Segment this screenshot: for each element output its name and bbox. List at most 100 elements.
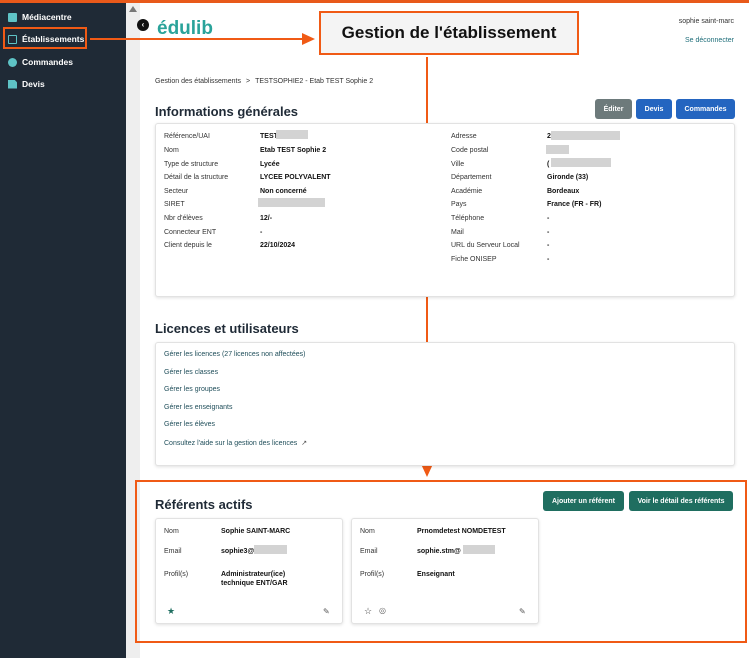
sidebar: Médiacentre Établissements Commandes Dev…: [0, 3, 126, 658]
sidebar-item-label: Devis: [22, 79, 45, 89]
field-value: Non concerné: [260, 188, 307, 195]
breadcrumb-root[interactable]: Gestion des établissements: [155, 78, 241, 85]
field-value: -: [547, 242, 550, 249]
field-value: 22/10/2024: [260, 242, 296, 249]
referent-name: Sophie SAINT-MARC: [221, 528, 291, 535]
redacted-block: [258, 198, 325, 207]
arrow-head-right-icon: [302, 33, 315, 45]
back-button[interactable]: ‹: [137, 19, 149, 31]
redacted-block: [254, 545, 287, 554]
annotation-callout: Gestion de l'établissement: [319, 11, 579, 55]
referent-profile: Administrateur(ice): [221, 571, 286, 578]
field-label: Académie: [451, 188, 483, 195]
field-label: Téléphone: [451, 215, 485, 222]
manage-students-link[interactable]: Gérer les élèves: [164, 421, 215, 428]
referent-profile: technique ENT/GAR: [221, 580, 288, 587]
field-label: Ville: [451, 161, 465, 168]
breadcrumb: Gestion des établissements > TESTSOPHIE2 -…: [155, 78, 373, 85]
user-name: sophie saint-marc: [678, 18, 734, 25]
field-value: -: [547, 256, 550, 263]
clock-icon[interactable]: ◎: [379, 606, 386, 615]
field-label: SIRET: [164, 201, 185, 208]
field-value: Gironde (33): [547, 174, 589, 181]
field-label: Nom: [164, 528, 179, 535]
field-label: Email: [164, 548, 182, 555]
add-referent-button[interactable]: Ajouter un référent: [543, 491, 624, 511]
licence-help-link[interactable]: Consultez l'aide sur la gestion des lice…: [164, 439, 307, 447]
chevron-left-icon: ‹: [141, 20, 145, 29]
referent-email: sophie3@: [221, 548, 255, 555]
manage-classes-link[interactable]: Gérer les classes: [164, 369, 218, 376]
breadcrumb-current: TESTSOPHIE2 - Etab TEST Sophie 2: [255, 78, 374, 85]
breadcrumb-separator: >: [246, 78, 251, 85]
redacted-block: [551, 131, 620, 140]
star-outline-icon[interactable]: ☆: [364, 606, 372, 617]
redacted-block: [463, 545, 495, 554]
referent-name: Prnomdetest NOMDETEST: [417, 528, 506, 535]
field-label: Fiche ONISEP: [451, 256, 497, 263]
manage-groups-link[interactable]: Gérer les groupes: [164, 386, 220, 393]
field-value: Etab TEST Sophie 2: [260, 147, 327, 154]
quote-icon: [8, 79, 17, 89]
field-label: Pays: [451, 201, 467, 208]
general-info-card: [155, 123, 735, 297]
referent-email: sophie.stm@: [417, 548, 461, 555]
field-label: Connecteur ENT: [164, 229, 217, 236]
field-label: Référence/UAI: [164, 133, 210, 140]
field-label: Secteur: [164, 188, 189, 195]
sidebar-item-label: Médiacentre: [22, 12, 72, 22]
field-label: Code postal: [451, 147, 489, 154]
pencil-icon[interactable]: ✎: [519, 607, 526, 616]
section-title-referents: Référents actifs: [155, 497, 253, 512]
field-value: 12/-: [260, 215, 273, 222]
field-label: Détail de la structure: [164, 174, 229, 181]
field-label: Email: [360, 548, 378, 555]
field-label: Département: [451, 174, 492, 181]
orders-icon: [8, 57, 17, 67]
licences-card: [155, 342, 735, 466]
field-label: Profil(s): [164, 571, 189, 578]
field-value: -: [547, 215, 550, 222]
sidebar-item-mediacentre[interactable]: Médiacentre: [8, 9, 72, 25]
star-filled-icon[interactable]: ★: [167, 606, 175, 617]
external-link-icon: ↗: [301, 440, 308, 447]
logout-link[interactable]: Se déconnecter: [685, 37, 734, 44]
logo: édulib: [157, 18, 213, 39]
field-value: Lycée: [260, 161, 280, 168]
sidebar-item-commandes[interactable]: Commandes: [8, 54, 73, 70]
field-value: Bordeaux: [547, 188, 580, 195]
field-label: Profil(s): [360, 571, 385, 578]
field-label: Client depuis le: [164, 242, 212, 249]
field-value: France (FR - FR): [547, 201, 602, 208]
field-label: Adresse: [451, 133, 477, 140]
field-value: -: [260, 229, 263, 236]
sidebar-highlight-box: [3, 27, 87, 49]
pencil-icon[interactable]: ✎: [323, 607, 330, 616]
referent-profile: Enseignant: [417, 571, 455, 578]
sidebar-item-devis[interactable]: Devis: [8, 76, 45, 92]
annotation-arrow-horizontal: [90, 38, 305, 40]
sidebar-item-label: Commandes: [22, 57, 74, 67]
field-value: -: [547, 229, 550, 236]
scroll-up-icon[interactable]: [129, 6, 137, 12]
field-label: Mail: [451, 229, 464, 236]
redacted-block: [276, 130, 308, 139]
redacted-block: [546, 145, 569, 154]
edit-button[interactable]: Éditer: [595, 99, 632, 119]
field-value: (: [547, 161, 550, 168]
manage-teachers-link[interactable]: Gérer les enseignants: [164, 404, 232, 411]
referent-details-button[interactable]: Voir le détail des référents: [629, 491, 733, 511]
field-label: Nom: [164, 147, 179, 154]
field-value: LYCEE POLYVALENT: [260, 174, 331, 181]
media-icon: [8, 12, 17, 22]
section-title-licences: Licences et utilisateurs: [155, 321, 299, 336]
manage-licences-link[interactable]: Gérer les licences (27 licences non affe…: [164, 351, 306, 358]
licence-help-label: Consultez l'aide sur la gestion des lice…: [164, 440, 298, 447]
orders-button[interactable]: Commandes: [676, 99, 735, 119]
section-title-general: Informations générales: [155, 104, 299, 119]
field-label: Type de structure: [164, 161, 219, 168]
field-label: Nbr d'élèves: [164, 215, 203, 222]
redacted-block: [551, 158, 611, 167]
quote-button[interactable]: Devis: [636, 99, 672, 119]
field-label: URL du Serveur Local: [451, 242, 520, 249]
